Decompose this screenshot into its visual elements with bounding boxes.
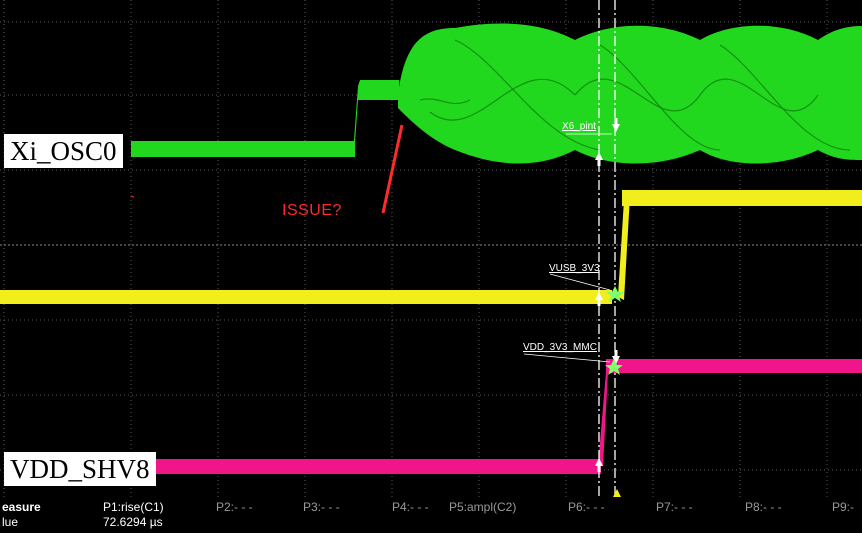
measure-p4[interactable]: P4:- - -	[392, 500, 429, 515]
measure-p3[interactable]: P3:- - -	[303, 500, 340, 515]
measurement-bar: easure lue P1:rise(C1) 72.6294 µs P2:- -…	[0, 497, 862, 533]
measure-p6[interactable]: P6:- - -	[568, 500, 605, 515]
osc-envelope	[398, 23, 862, 164]
measure-p5[interactable]: P5:ampl(C2)	[449, 500, 516, 515]
measure-row-label: easure	[2, 500, 41, 514]
osc-low-segment	[131, 141, 355, 157]
measure-p7[interactable]: P7:- - -	[656, 500, 693, 515]
vdd-shv8-label: VDD_SHV8	[4, 452, 156, 486]
cursor-label-vdd-3v3-mmc: VDD_3V3_MMC	[523, 342, 597, 353]
cursor-label-x6-pint: X6_pint	[562, 121, 596, 132]
shv8-low-segment	[131, 459, 601, 474]
vusb-high-segment	[622, 190, 862, 206]
xi-osc0-label: Xi_OSC0	[4, 134, 123, 168]
measure-p1-value: 72.6294 µs	[103, 515, 163, 529]
measure-p2[interactable]: P2:- - -	[216, 500, 253, 515]
shv8-high-segment	[606, 359, 862, 373]
measure-p8[interactable]: P8:- - -	[745, 500, 782, 515]
vusb-low-segment	[0, 290, 612, 304]
value-row-label: lue	[2, 515, 19, 529]
measure-p9[interactable]: P9:-	[832, 500, 854, 515]
measure-p1-name[interactable]: P1:rise(C1)	[103, 500, 164, 515]
cursor-label-vusb-3v3: VUSB_3V3	[549, 263, 600, 274]
issue-annotation: ISSUE?	[282, 202, 342, 219]
